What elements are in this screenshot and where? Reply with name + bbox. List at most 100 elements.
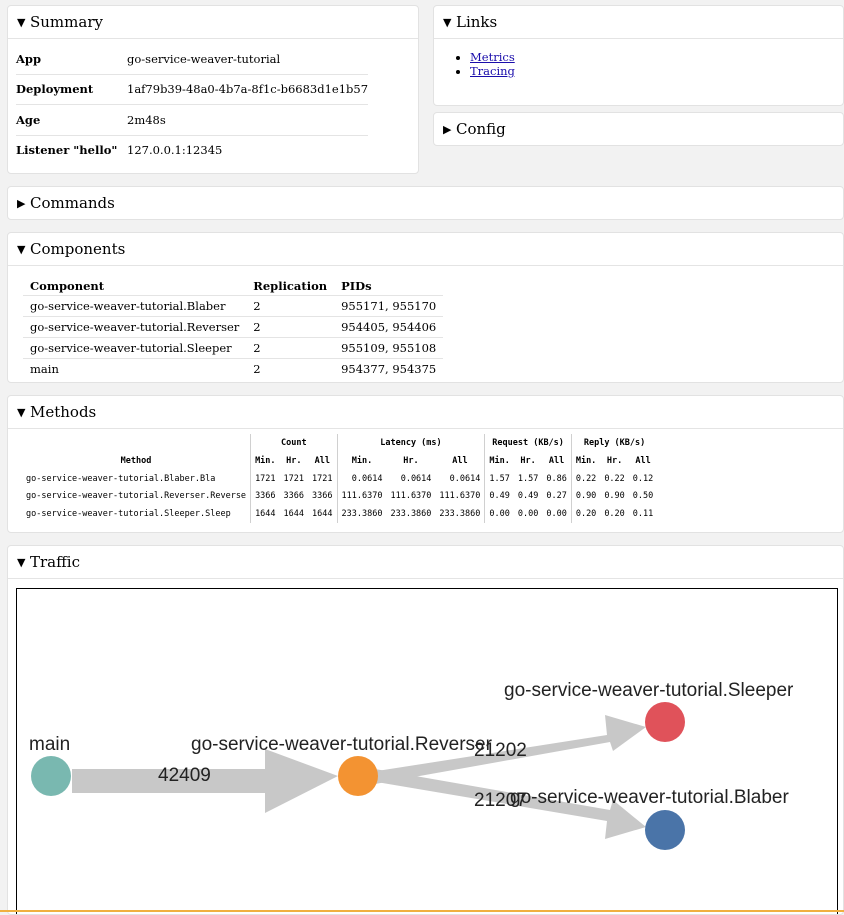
summary-panel: ▼ Summary App go-service-weaver-tutorial … xyxy=(7,5,419,174)
table-cell: 2 xyxy=(246,295,335,317)
summary-key: Deployment xyxy=(16,74,127,105)
table-cell: go-service-weaver-tutorial.Blaber xyxy=(23,295,247,317)
traffic-panel: ▼ Traffic 42409 21202 21207 main go-serv… xyxy=(7,545,844,915)
traffic-header[interactable]: ▼ Traffic xyxy=(8,546,843,579)
table-cell: main xyxy=(23,358,247,379)
table-row: go-service-weaver-tutorial.Sleeper 2 95510… xyxy=(23,337,444,359)
table-cell: 233.3860 xyxy=(390,508,432,519)
summary-value: 127.0.0.1:12345 xyxy=(127,143,223,158)
summary-key: Age xyxy=(16,104,127,136)
methods-header[interactable]: ▼ Methods xyxy=(8,396,843,429)
column-group-header: Latency (ms) xyxy=(336,434,485,452)
components-title: Components xyxy=(30,240,126,258)
table-cell: 111.6370 xyxy=(390,491,432,502)
table-row: main 2 954377, 954375 xyxy=(23,358,444,379)
links-header[interactable]: ▼ Links xyxy=(434,6,843,39)
commands-header[interactable]: ▶ Commands xyxy=(8,187,843,219)
table-cell: go-service-weaver-tutorial.Reverser xyxy=(23,316,247,338)
table-cell: 0.22 xyxy=(570,470,601,488)
table-cell: 955171, 955170 xyxy=(334,295,444,317)
spacer-cell xyxy=(22,434,251,452)
table-cell: 2 xyxy=(246,337,335,359)
table-cell: 0.90 xyxy=(604,491,625,502)
table-cell: 1.57 xyxy=(484,470,514,488)
node-label-main: main xyxy=(29,734,70,755)
chevron-down-icon: ▼ xyxy=(443,15,452,29)
chevron-down-icon: ▼ xyxy=(17,15,26,29)
node-blaber[interactable] xyxy=(645,810,685,850)
methods-panel: ▼ Methods Count Latency (ms) Request (KB… xyxy=(7,395,844,533)
table-cell: 0.49 xyxy=(517,491,539,502)
summary-value: 1af79b39-48a0-4b7a-8f1c-b6683d1e1b57 xyxy=(127,74,369,105)
table-row: go-service-weaver-tutorial.Reverser.Reve… xyxy=(22,487,657,505)
summary-title: Summary xyxy=(30,13,103,31)
table-cell: 954377, 954375 xyxy=(334,358,444,379)
table-row: go-service-weaver-tutorial.Reverser 2 9544… xyxy=(23,316,444,338)
node-label-sleeper: go-service-weaver-tutorial.Sleeper xyxy=(504,680,794,701)
column-header: Min. xyxy=(250,452,280,470)
table-cell: 111.6370 xyxy=(336,487,387,505)
method-name: go-service-weaver-tutorial.Sleeper.Sleep xyxy=(26,508,231,519)
table-cell: 1721 xyxy=(283,473,305,484)
edge-label-main-reverser: 42409 xyxy=(158,765,211,786)
table-cell: 954405, 954406 xyxy=(334,316,444,338)
table-cell: 0.0614 xyxy=(336,470,387,488)
links-title: Links xyxy=(456,13,498,31)
table-row: go-service-weaver-tutorial.Blaber 2 955171… xyxy=(23,295,444,317)
table-cell: 3366 xyxy=(283,491,305,502)
links-panel: ▼ Links Metrics Tracing xyxy=(433,5,844,106)
chevron-down-icon: ▼ xyxy=(17,555,26,569)
metrics-link[interactable]: Metrics xyxy=(470,50,515,64)
table-cell: 1721 xyxy=(312,473,333,484)
table-cell: 1644 xyxy=(250,505,280,523)
column-header: Hr. xyxy=(606,456,623,466)
summary-row: App go-service-weaver-tutorial xyxy=(16,44,369,75)
table-cell: 233.3860 xyxy=(439,508,481,519)
node-reverser[interactable] xyxy=(338,756,378,796)
table-cell: 0.20 xyxy=(570,505,601,523)
summary-value: go-service-weaver-tutorial xyxy=(127,44,369,75)
column-header: Min. xyxy=(570,452,601,470)
table-group-row: Count Latency (ms) Request (KB/s) Reply … xyxy=(22,434,658,452)
tracing-link[interactable]: Tracing xyxy=(470,64,515,78)
methods-title: Methods xyxy=(30,403,97,421)
components-header[interactable]: ▼ Components xyxy=(8,233,843,266)
config-header[interactable]: ▶ Config xyxy=(434,113,843,145)
commands-panel: ▶ Commands xyxy=(7,186,844,220)
table-cell: 0.0614 xyxy=(449,473,481,484)
table-cell: 0.00 xyxy=(517,508,539,519)
column-header: Component xyxy=(30,278,105,293)
config-panel: ▶ Config xyxy=(433,112,844,146)
column-header: Hr. xyxy=(286,456,302,466)
list-item: Tracing xyxy=(470,64,515,78)
node-sleeper[interactable] xyxy=(645,702,685,742)
list-item: Metrics xyxy=(470,50,515,64)
column-header: All xyxy=(452,456,468,466)
column-header: All xyxy=(635,456,651,466)
table-cell: 0.00 xyxy=(484,505,514,523)
column-group-header: Count xyxy=(250,434,338,452)
summary-row: Age 2m48s xyxy=(16,104,369,136)
summary-header[interactable]: ▼ Summary xyxy=(8,6,418,39)
config-title: Config xyxy=(456,120,506,138)
table-cell: 0.50 xyxy=(632,491,654,502)
table-row: go-service-weaver-tutorial.Blaber.Bla 17… xyxy=(22,470,657,488)
table-cell: 1.57 xyxy=(517,473,539,484)
table-cell: 0.90 xyxy=(570,487,601,505)
column-header: Method xyxy=(120,456,152,466)
table-cell: 0.20 xyxy=(604,508,625,519)
table-cell: 3366 xyxy=(250,487,280,505)
table-cell: 955109, 955108 xyxy=(334,337,444,359)
traffic-graph[interactable]: 42409 21202 21207 main go-service-weaver… xyxy=(16,588,838,914)
table-header-row: Component Replication PIDs xyxy=(23,276,443,296)
table-cell: 0.00 xyxy=(546,508,567,519)
table-cell: 1644 xyxy=(312,508,333,519)
column-group-header: Request (KB/s) xyxy=(484,434,572,452)
chevron-down-icon: ▼ xyxy=(17,405,26,419)
column-header: Hr. xyxy=(520,456,536,466)
table-cell: 0.86 xyxy=(546,473,567,484)
chevron-down-icon: ▼ xyxy=(17,242,26,256)
node-main[interactable] xyxy=(31,756,71,796)
table-cell: 0.49 xyxy=(484,487,514,505)
summary-row: Listener "hello" 127.0.0.1:12345 xyxy=(16,135,368,165)
